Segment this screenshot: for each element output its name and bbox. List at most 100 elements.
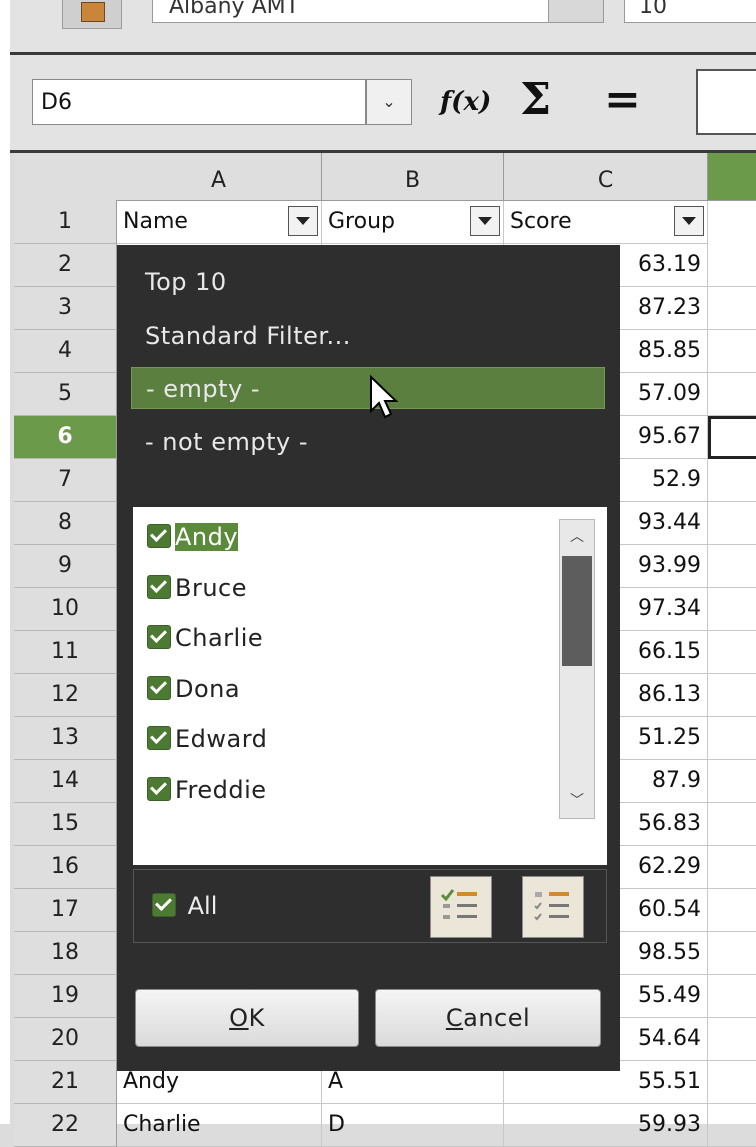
styles-icon — [81, 2, 105, 22]
column-header-a[interactable]: A — [116, 153, 322, 201]
row-header[interactable]: 12 — [14, 674, 117, 717]
list-item[interactable]: Freddie — [147, 768, 267, 812]
table-cell[interactable] — [708, 459, 756, 502]
window-edge — [0, 0, 10, 1124]
filter-values-list[interactable]: Andy Bruce Charlie Dona Edward Freddie ︿ ﹀ — [133, 507, 607, 865]
all-toggle-bar: All — [133, 869, 607, 943]
select-all-values-button[interactable] — [430, 876, 492, 938]
row-header[interactable]: 18 — [14, 932, 117, 975]
menu-standard-filter[interactable]: Standard Filter... — [131, 315, 605, 357]
table-cell[interactable] — [708, 1018, 756, 1061]
all-checkbox[interactable]: All — [152, 890, 217, 922]
table-cell[interactable] — [708, 244, 756, 287]
list-item-label: Andy — [175, 523, 239, 551]
table-cell[interactable] — [708, 932, 756, 975]
row-header[interactable]: 4 — [14, 330, 117, 373]
font-name-dropdown[interactable] — [548, 0, 604, 23]
function-wizard-icon[interactable]: f(x) — [440, 75, 491, 125]
table-cell[interactable] — [708, 803, 756, 846]
list-item-label: Dona — [175, 674, 241, 703]
table-cell[interactable]: 59.93 — [504, 1104, 708, 1147]
table-cell[interactable] — [708, 287, 756, 330]
list-item[interactable]: Edward — [147, 717, 267, 761]
filter-dropdown-score[interactable] — [674, 206, 704, 236]
list-scrollbar[interactable]: ︿ ﹀ — [559, 519, 595, 819]
table-cell[interactable] — [708, 373, 756, 416]
row-header[interactable]: 22 — [14, 1104, 117, 1147]
unchecked-list-icon — [534, 892, 569, 921]
row-header[interactable]: 1 — [14, 201, 117, 244]
checkbox-checked-icon — [152, 893, 176, 917]
scroll-thumb[interactable] — [562, 556, 592, 666]
column-header-d[interactable] — [708, 153, 756, 201]
table-cell[interactable] — [708, 1061, 756, 1104]
row-header[interactable]: 15 — [14, 803, 117, 846]
sum-icon[interactable]: Σ — [520, 75, 551, 125]
scroll-down-icon[interactable]: ﹀ — [560, 784, 594, 818]
unselect-all-values-button[interactable] — [522, 876, 584, 938]
table-cell[interactable] — [708, 717, 756, 760]
checkbox-checked-icon — [147, 625, 171, 649]
row-header[interactable]: 3 — [14, 287, 117, 330]
list-item-label: Freddie — [175, 775, 267, 804]
row-header[interactable]: 17 — [14, 889, 117, 932]
table-cell[interactable] — [708, 545, 756, 588]
row-header[interactable]: 16 — [14, 846, 117, 889]
formula-icon[interactable]: = — [604, 75, 641, 125]
cancel-button[interactable]: Cancel — [375, 989, 601, 1047]
column-header-b[interactable]: B — [322, 153, 504, 201]
select-all-corner[interactable] — [14, 153, 117, 202]
row-header[interactable]: 10 — [14, 588, 117, 631]
table-cell[interactable] — [708, 330, 756, 373]
checkbox-checked-icon — [147, 574, 171, 599]
active-cell[interactable] — [708, 416, 756, 459]
column-header-c[interactable]: C — [504, 153, 708, 201]
ok-button[interactable]: OK — [135, 989, 359, 1047]
menu-not-empty[interactable]: - not empty - — [131, 421, 605, 463]
chevron-down-icon[interactable]: ⌄ — [366, 79, 412, 125]
row-header[interactable]: 19 — [14, 975, 117, 1018]
checkbox-checked-icon — [147, 675, 171, 700]
table-cell[interactable] — [708, 760, 756, 803]
list-item[interactable]: Bruce — [147, 566, 247, 610]
table-cell[interactable] — [708, 846, 756, 889]
row-header[interactable]: 7 — [14, 459, 117, 502]
table-cell[interactable] — [708, 588, 756, 631]
list-item-label: Bruce — [175, 573, 248, 602]
table-cell[interactable] — [708, 1104, 756, 1147]
menu-empty[interactable]: - empty - — [131, 367, 605, 409]
mouse-cursor-icon — [370, 375, 399, 419]
row-header[interactable]: 9 — [14, 545, 117, 588]
row-header[interactable]: 14 — [14, 760, 117, 803]
table-cell[interactable]: Charlie — [117, 1104, 322, 1147]
all-label: All — [187, 892, 218, 920]
row-header[interactable]: 21 — [14, 1061, 117, 1104]
filter-dropdown-name[interactable] — [288, 206, 318, 236]
row-header[interactable]: 8 — [14, 502, 117, 545]
list-item-label: Edward — [175, 725, 268, 753]
table-cell[interactable] — [708, 502, 756, 545]
menu-top-10[interactable]: Top 10 — [131, 261, 605, 303]
formula-input[interactable] — [696, 69, 756, 135]
row-header[interactable]: 11 — [14, 631, 117, 674]
table-cell[interactable] — [708, 889, 756, 932]
table-cell[interactable] — [708, 975, 756, 1018]
checkbox-checked-icon — [147, 524, 171, 548]
scroll-up-icon[interactable]: ︿ — [560, 520, 594, 554]
font-name-box[interactable]: Albany AMT — [152, 0, 566, 23]
row-header[interactable]: 5 — [14, 373, 117, 416]
row-header[interactable]: 2 — [14, 244, 117, 287]
name-box[interactable]: D6 — [32, 79, 366, 125]
font-size-box[interactable]: 10 — [624, 0, 756, 23]
table-cell[interactable] — [708, 674, 756, 717]
filter-dropdown-group[interactable] — [470, 206, 500, 236]
styles-button[interactable] — [62, 0, 122, 29]
row-header[interactable]: 13 — [14, 717, 117, 760]
list-item[interactable]: Charlie — [147, 616, 263, 660]
list-item[interactable]: Andy — [147, 515, 239, 559]
row-header[interactable]: 20 — [14, 1018, 117, 1061]
table-cell[interactable]: D — [322, 1104, 504, 1147]
list-item[interactable]: Dona — [147, 667, 240, 711]
row-header[interactable]: 6 — [14, 416, 117, 459]
table-cell[interactable] — [708, 631, 756, 674]
